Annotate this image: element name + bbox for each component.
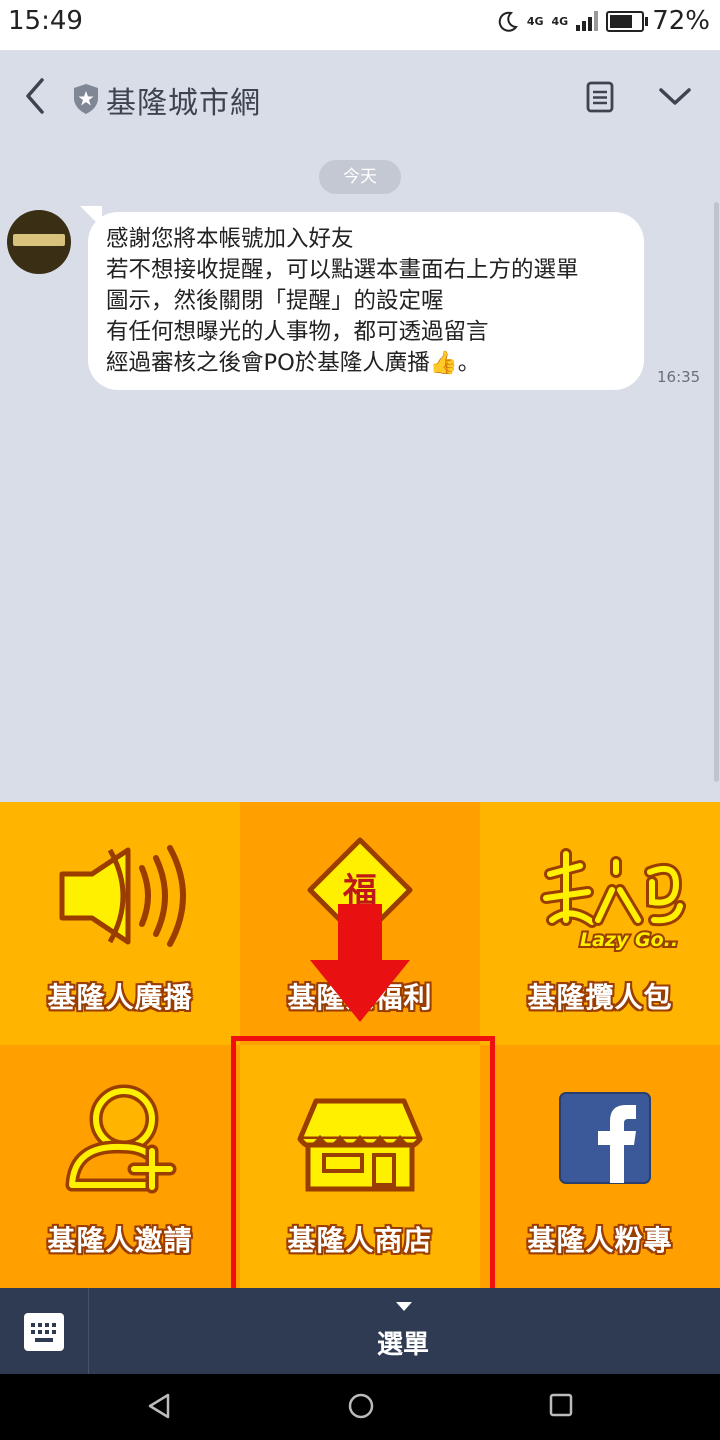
message-line: 若不想接收提醒，可以點選本畫面右上方的選單 xyxy=(106,257,579,283)
network-type-a: 4G xyxy=(526,14,544,28)
keyboard-toggle[interactable] xyxy=(0,1288,89,1374)
nav-home-icon[interactable] xyxy=(347,1392,375,1420)
red-down-arrow-icon xyxy=(310,904,410,1022)
avatar-logo xyxy=(13,234,65,246)
notes-list-icon[interactable] xyxy=(585,81,615,113)
menu-item-fanpage[interactable]: 基隆人粉專 xyxy=(480,1045,720,1288)
android-nav-bar xyxy=(0,1374,720,1440)
status-time: 15:49 xyxy=(8,6,83,36)
battery-icon xyxy=(606,10,649,32)
bottom-bar: 選單 xyxy=(0,1288,720,1374)
message-line: 感謝您將本帳號加入好友 xyxy=(106,226,354,252)
highlight-box xyxy=(231,1036,495,1301)
lazy-go-text: Lazy Go.. xyxy=(580,929,678,951)
menu-item-label: 基隆人粉專 xyxy=(527,1224,673,1257)
battery-percent: 72% xyxy=(652,6,710,36)
message-bubble[interactable]: 感謝您將本帳號加入好友若不想接收提醒，可以點選本畫面右上方的選單 圖示，然後關閉「… xyxy=(88,212,644,390)
signal-icon xyxy=(576,11,599,31)
menu-item-label: 基隆人廣播 xyxy=(47,981,193,1014)
chat-header: 基隆城市網 xyxy=(0,50,720,146)
menu-toggle-button[interactable]: 選單 xyxy=(360,1298,446,1366)
message-line: 圖示，然後關閉「提醒」的設定喔 xyxy=(106,288,444,314)
official-shield-icon xyxy=(74,84,98,114)
moon-icon xyxy=(498,11,518,32)
message-time: 16:35 xyxy=(657,368,701,386)
scrollbar[interactable] xyxy=(714,202,719,782)
status-right: 4G 4G 72% xyxy=(497,6,710,36)
keyboard-icon xyxy=(24,1313,64,1351)
network-type-b: 4G xyxy=(551,14,569,28)
nav-back-icon[interactable] xyxy=(146,1392,172,1420)
chevron-down-icon[interactable] xyxy=(658,86,692,108)
back-icon[interactable] xyxy=(22,76,48,116)
message-line: 經過審核之後會PO於基隆人廣播👍。 xyxy=(106,350,481,376)
menu-toggle-label: 選單 xyxy=(376,1330,429,1360)
message-text: 感謝您將本帳號加入好友若不想接收提醒，可以點選本畫面右上方的選單 圖示，然後關閉「… xyxy=(106,224,579,379)
status-bar: 15:49 4G 4G 72% xyxy=(0,0,720,50)
message-line: 有任何想曝光的人事物，都可透過留言 xyxy=(106,319,489,345)
caret-down-icon xyxy=(396,1302,412,1311)
menu-item-broadcast[interactable]: 基隆人廣播 xyxy=(0,802,240,1045)
chat-title: 基隆城市網 xyxy=(106,86,261,121)
menu-item-lazy-go[interactable]: Lazy Go.. 基隆攬人包 xyxy=(480,802,720,1045)
date-divider: 今天 xyxy=(319,160,401,194)
menu-item-label: 基隆人邀請 xyxy=(47,1224,193,1257)
nav-recents-icon[interactable] xyxy=(548,1392,574,1418)
avatar[interactable] xyxy=(7,210,71,274)
chat-area[interactable]: 今天 感謝您將本帳號加入好友若不想接收提醒，可以點選本畫面右上方的選單 圖示，然後… xyxy=(0,146,720,802)
menu-item-label: 基隆攬人包 xyxy=(527,981,673,1014)
menu-item-invite[interactable]: 基隆人邀請 xyxy=(0,1045,240,1288)
